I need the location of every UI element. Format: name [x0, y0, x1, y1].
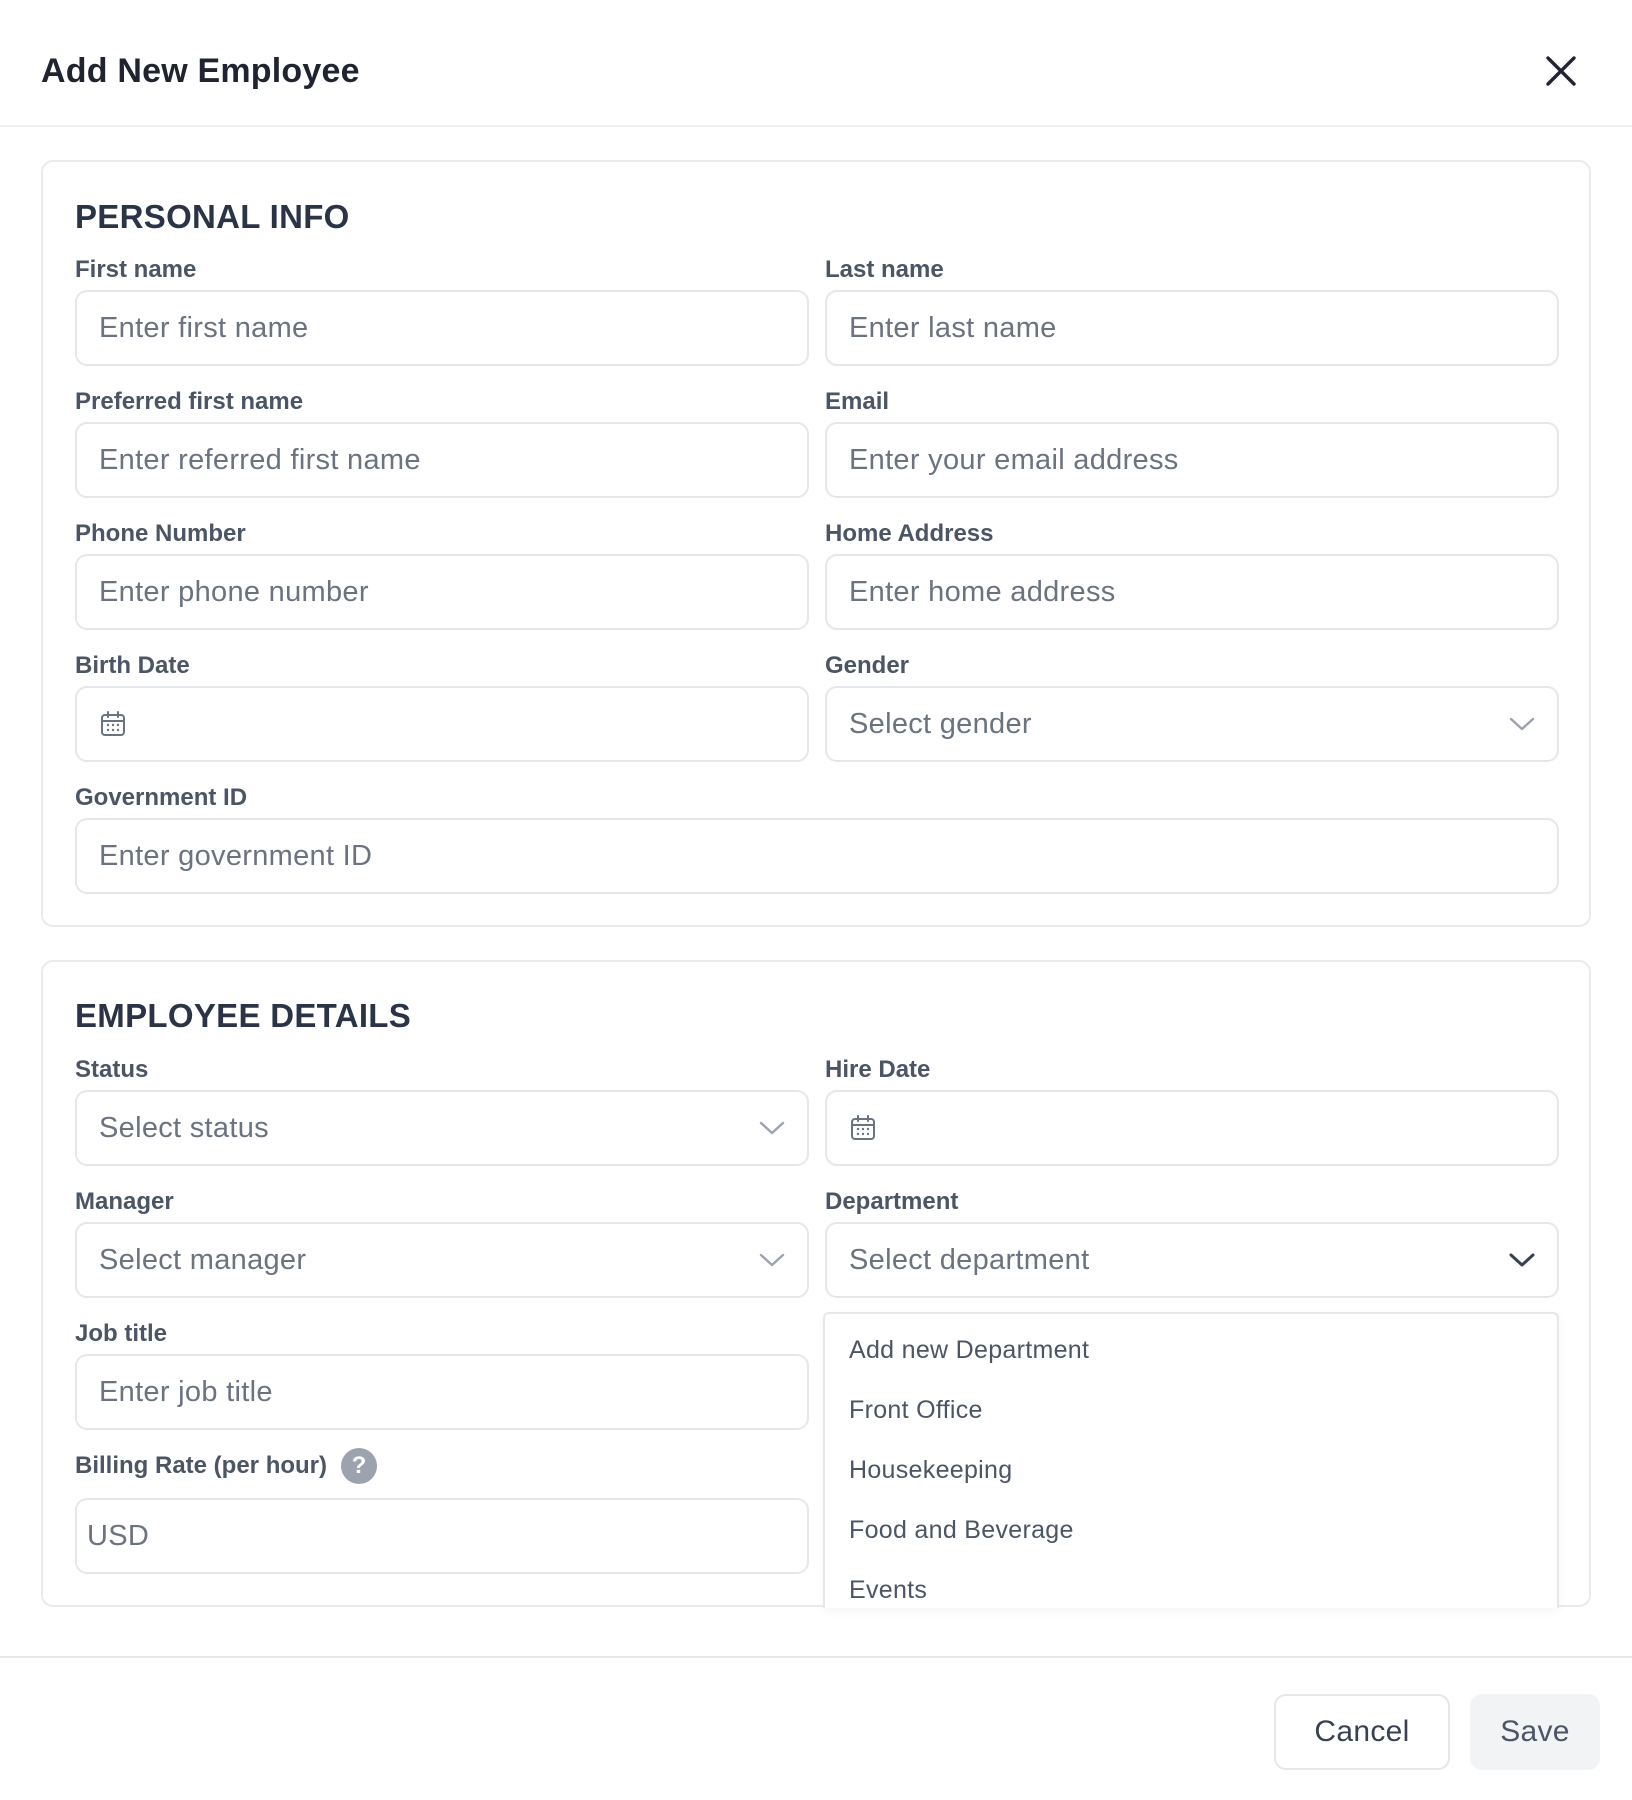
modal-footer: Cancel Save	[0, 1656, 1632, 1800]
dropdown-option[interactable]: Events	[849, 1576, 927, 1605]
dropdown-option[interactable]: Front Office	[849, 1396, 983, 1425]
last-name-input[interactable]: Enter last name	[825, 290, 1559, 366]
hire-date-label: Hire Date	[825, 1056, 931, 1083]
manager-placeholder: Select manager	[99, 1243, 307, 1276]
preferred-first-name-label: Preferred first name	[75, 388, 304, 415]
status-placeholder: Select status	[99, 1111, 269, 1144]
employee-details-title: EMPLOYEE DETAILS	[75, 997, 412, 1034]
phone-number-label: Phone Number	[75, 520, 246, 547]
help-icon[interactable]: ?	[341, 1448, 377, 1484]
manager-select[interactable]: Select manager	[75, 1222, 809, 1298]
first-name-input[interactable]: Enter first name	[75, 290, 809, 366]
email-label: Email	[825, 388, 890, 415]
home-address-input[interactable]: Enter home address	[825, 554, 1559, 630]
manager-label: Manager	[75, 1188, 174, 1215]
billing-rate-input[interactable]: USD	[75, 1498, 809, 1574]
calendar-icon	[101, 711, 125, 736]
job-title-input[interactable]: Enter job title	[75, 1354, 809, 1430]
add-employee-modal: Add New Employee PERSONAL INFO First nam…	[0, 0, 1632, 1800]
government-id-label: Government ID	[75, 784, 248, 811]
government-id-placeholder: Enter government ID	[99, 839, 373, 872]
home-address-label: Home Address	[825, 520, 994, 547]
department-dropdown: Add new Department Front Office Housekee…	[823, 1312, 1559, 1608]
home-address-placeholder: Enter home address	[849, 575, 1116, 608]
billing-rate-currency: USD	[87, 1519, 150, 1552]
gender-select[interactable]: Select gender	[825, 686, 1559, 762]
status-select[interactable]: Select status	[75, 1090, 809, 1166]
dropdown-option[interactable]: Housekeeping	[849, 1456, 1012, 1485]
calendar-icon	[851, 1115, 875, 1140]
chevron-down-icon	[759, 1115, 785, 1141]
dropdown-option[interactable]: Add new Department	[849, 1336, 1089, 1365]
dropdown-option[interactable]: Food and Beverage	[849, 1516, 1074, 1545]
last-name-label: Last name	[825, 256, 944, 283]
job-title-label: Job title	[75, 1320, 168, 1347]
department-placeholder: Select department	[849, 1243, 1090, 1276]
hire-date-input[interactable]	[825, 1090, 1559, 1166]
phone-number-input[interactable]: Enter phone number	[75, 554, 809, 630]
chevron-down-icon	[759, 1247, 785, 1273]
birth-date-input[interactable]	[75, 686, 809, 762]
department-select[interactable]: Select department	[825, 1222, 1559, 1298]
cancel-button[interactable]: Cancel	[1274, 1694, 1450, 1770]
phone-number-placeholder: Enter phone number	[99, 575, 369, 608]
email-input[interactable]: Enter your email address	[825, 422, 1559, 498]
preferred-first-name-input[interactable]: Enter referred first name	[75, 422, 809, 498]
department-label: Department	[825, 1188, 959, 1215]
modal-header: Add New Employee	[0, 0, 1632, 127]
status-label: Status	[75, 1056, 149, 1083]
first-name-placeholder: Enter first name	[99, 311, 309, 344]
job-title-placeholder: Enter job title	[99, 1375, 273, 1408]
chevron-down-icon	[1509, 711, 1535, 737]
gender-label: Gender	[825, 652, 910, 679]
personal-info-title: PERSONAL INFO	[75, 198, 350, 235]
gender-placeholder: Select gender	[849, 707, 1032, 740]
billing-rate-label: Billing Rate (per hour)	[75, 1452, 327, 1479]
preferred-first-name-placeholder: Enter referred first name	[99, 443, 421, 476]
chevron-down-icon	[1509, 1247, 1535, 1273]
close-icon	[1546, 56, 1576, 86]
last-name-placeholder: Enter last name	[849, 311, 1057, 344]
modal-title: Add New Employee	[41, 52, 360, 90]
birth-date-label: Birth Date	[75, 652, 190, 679]
close-button[interactable]	[1538, 48, 1584, 94]
save-button[interactable]: Save	[1470, 1694, 1600, 1770]
personal-info-section: PERSONAL INFO First name Enter first nam…	[41, 160, 1591, 927]
government-id-input[interactable]: Enter government ID	[75, 818, 1559, 894]
email-placeholder: Enter your email address	[849, 443, 1179, 476]
first-name-label: First name	[75, 256, 197, 283]
